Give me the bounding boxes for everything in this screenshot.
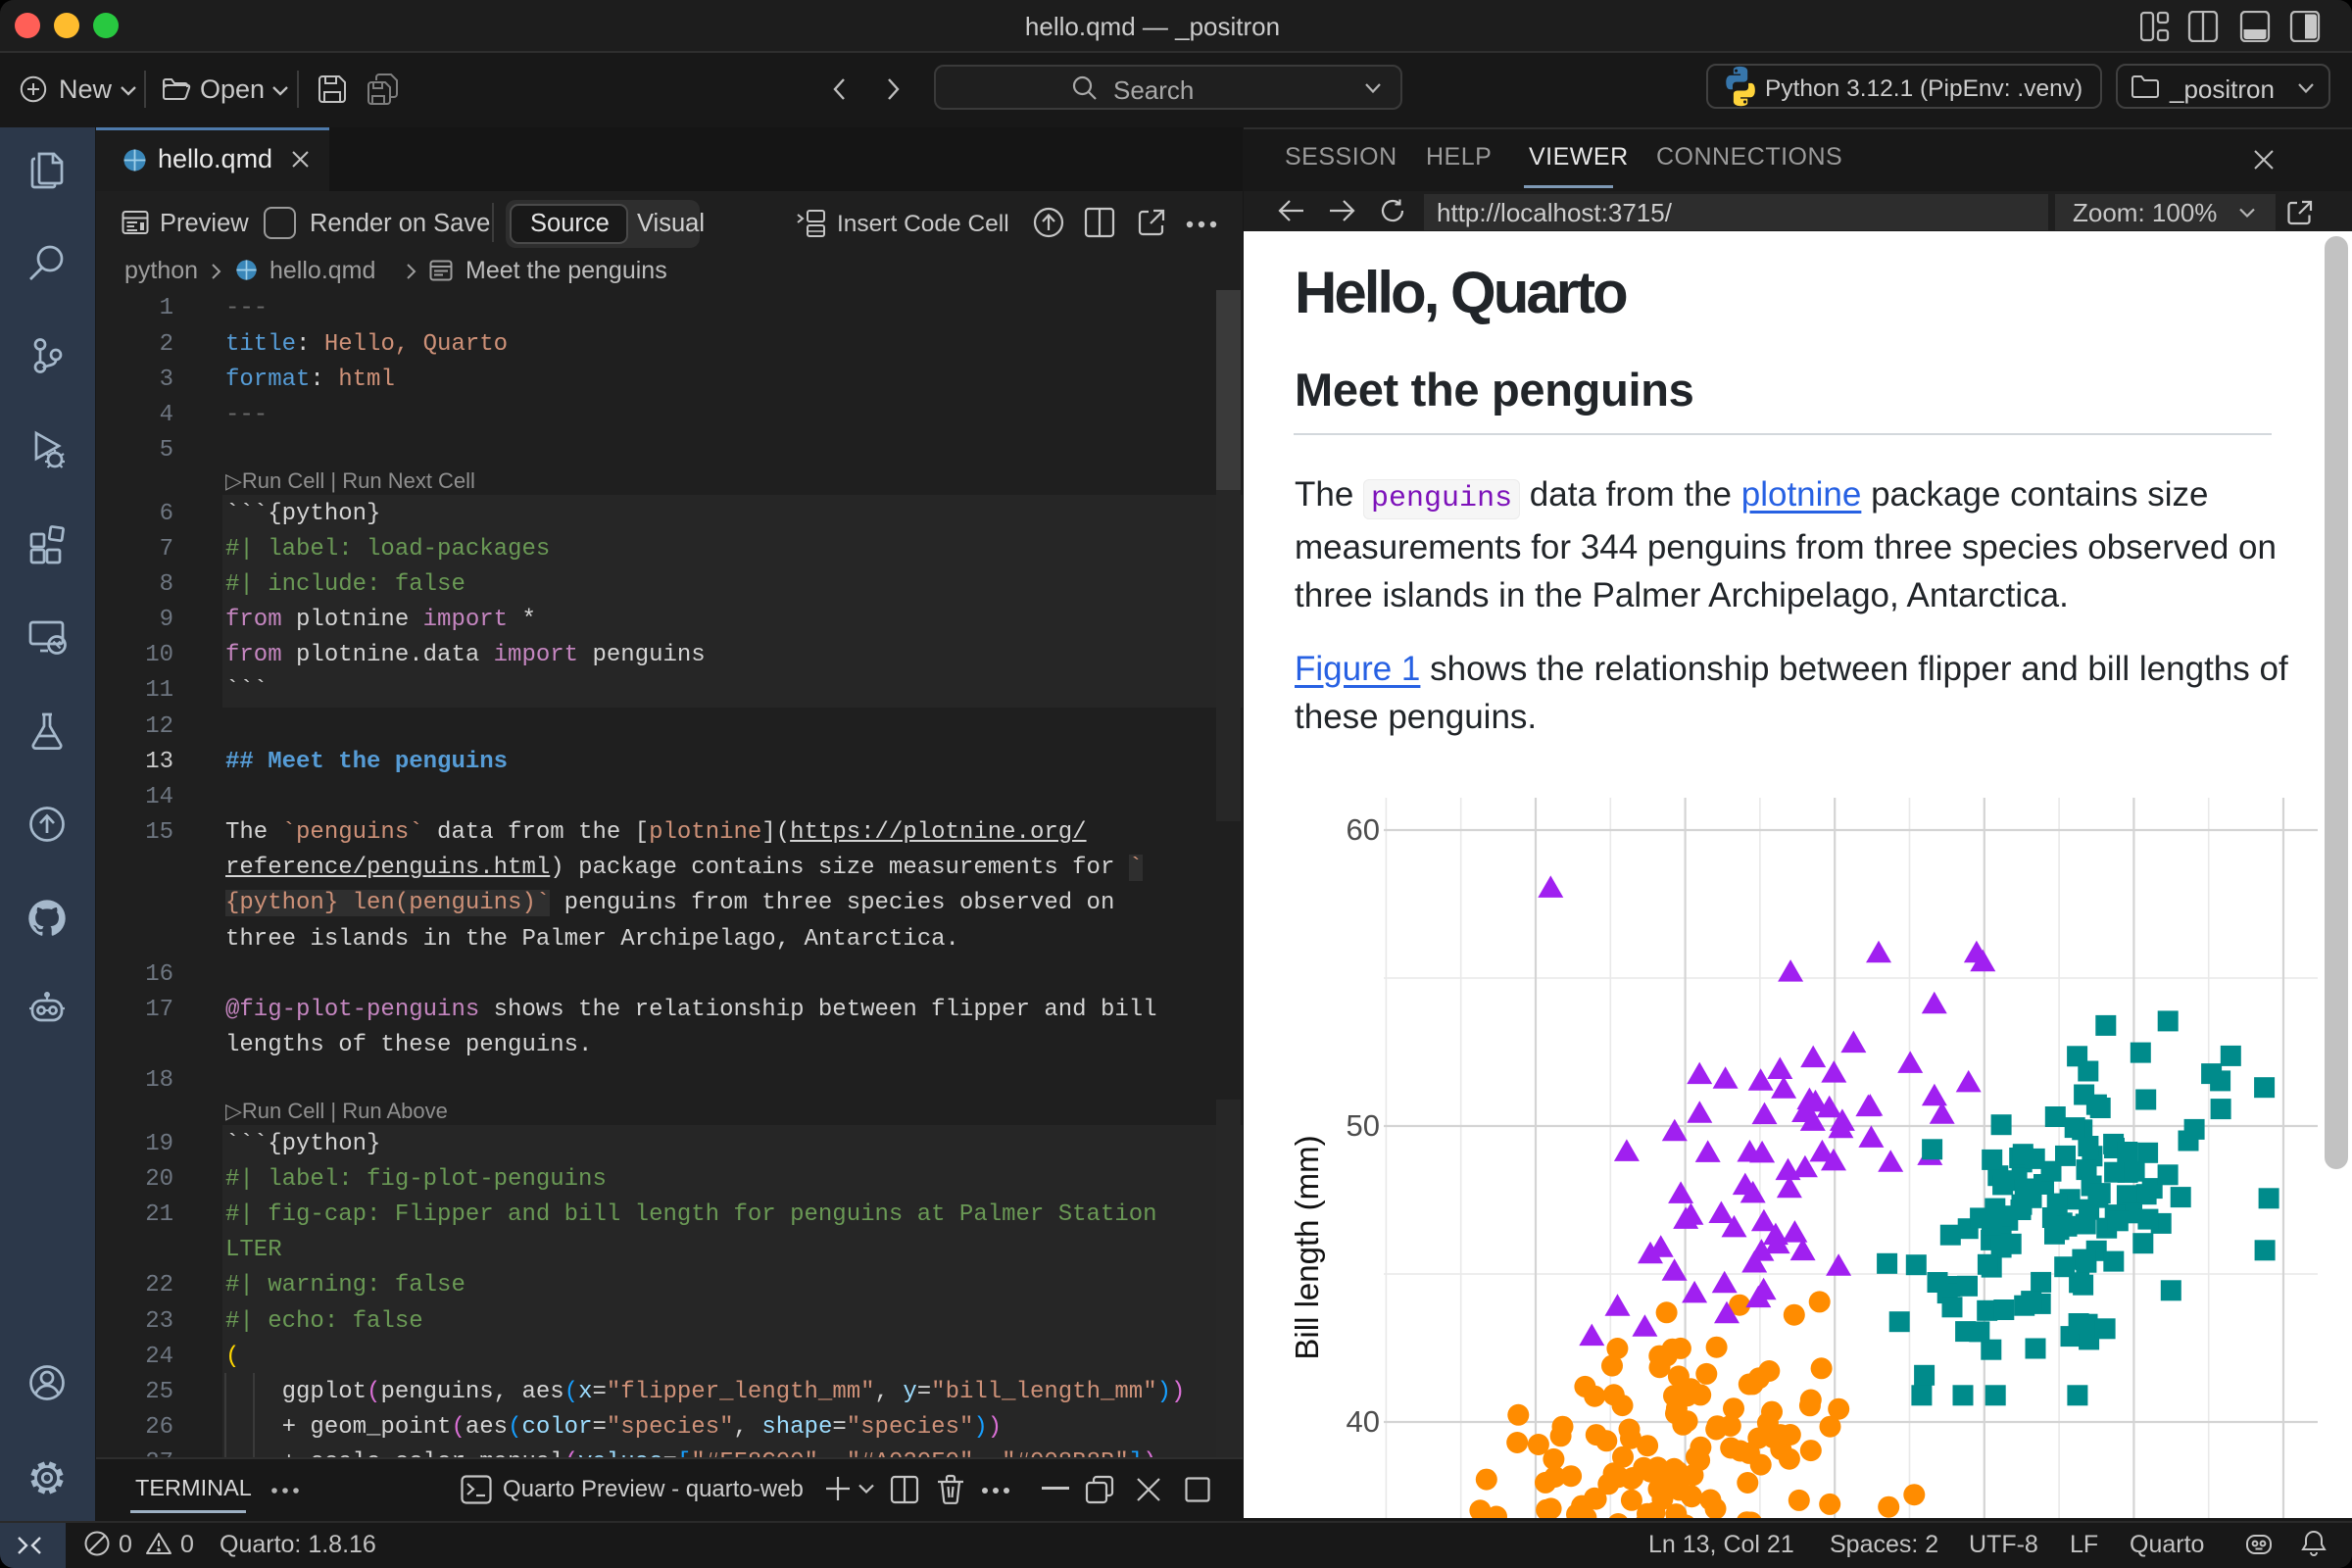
svg-text:60: 60 bbox=[1347, 812, 1380, 847]
svg-text:Bill length (mm): Bill length (mm) bbox=[1289, 1135, 1325, 1359]
svg-text:50: 50 bbox=[1347, 1108, 1380, 1143]
svg-text:40: 40 bbox=[1347, 1404, 1380, 1439]
